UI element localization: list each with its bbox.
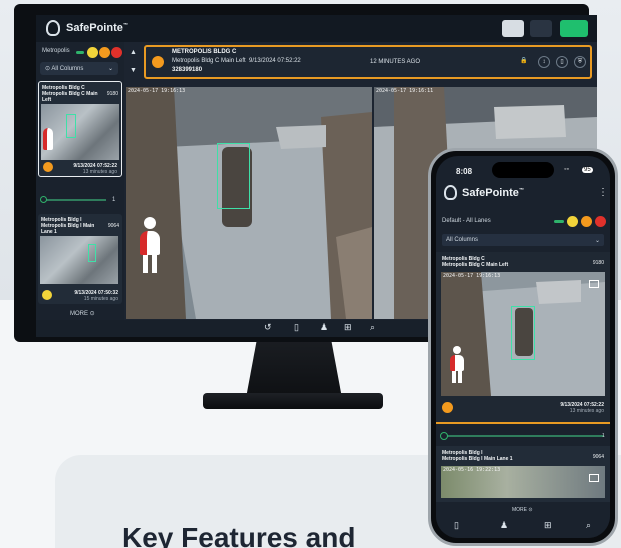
card-id: 9180 (592, 260, 604, 266)
safepointe-logo-icon (46, 20, 60, 36)
sidebar: Metropolis ⊙ All Columns ⌄ Metropolis Bld… (36, 42, 124, 320)
more-menu-icon[interactable]: ⋮ (598, 187, 608, 198)
monitor-stand (246, 336, 342, 398)
detection-box (88, 244, 96, 262)
sensitivity-slider[interactable] (442, 435, 604, 437)
camera-feed: 2024-05-17 19:16:13 (126, 87, 372, 319)
header-subtitle: Metropolis Bldg C Main Left 9/13/2024 07… (172, 58, 301, 64)
slider-value: 1 (112, 197, 116, 203)
shield-icon[interactable]: ⛨ (574, 56, 586, 68)
red-status-dot[interactable] (111, 47, 122, 58)
event-card[interactable]: Metropolis Bldg C Metropolis Bldg C Main… (38, 81, 122, 177)
history-icon[interactable]: ↺ (264, 322, 272, 333)
event-card[interactable]: Metropolis Bldg C Metropolis Bldg C Main … (436, 252, 610, 424)
top-bar: SafePointe™ (36, 15, 597, 42)
person-icon[interactable]: ♟ (500, 520, 508, 531)
detection-box (66, 114, 76, 138)
battery-icon: 95 (582, 167, 593, 173)
card-thumbnail (40, 236, 118, 284)
card-title: Metropolis Bldg I Metropolis Bldg I Main… (41, 217, 95, 235)
card-camera-image: 2024-05-16 19:22:13 (441, 466, 605, 498)
brand-name: SafePointe™ (462, 187, 524, 199)
more-button[interactable]: MORE ⊙ (512, 507, 533, 513)
dynamic-island (492, 162, 554, 178)
camera-timestamp: 2024-05-17 19:16:13 (128, 88, 186, 94)
bookmark-icon[interactable]: ▯ (294, 322, 299, 333)
card-camera-image: 2024-05-17 19:16:13 (441, 272, 605, 396)
yellow-status-dot[interactable] (567, 216, 578, 227)
nav-up-icon[interactable]: ▲ (130, 49, 137, 56)
card-time: 9/13/2024 07:52:22 13 minutes ago (73, 163, 117, 175)
camera-timestamp: 2024-05-17 19:16:11 (376, 88, 434, 94)
chevron-down-icon: ⌄ (107, 66, 113, 72)
camera-icon (589, 474, 599, 482)
person-icon[interactable]: ♟ (320, 322, 328, 333)
orange-status-dot[interactable] (581, 216, 592, 227)
status-dot (43, 162, 53, 172)
section-heading: Key Features and (122, 522, 356, 548)
card-time: 9/13/2024 07:52:22 13 minutes ago (560, 402, 604, 414)
red-status-dot[interactable] (595, 216, 606, 227)
detection-box (511, 306, 535, 360)
site-label: Metropolis (42, 48, 70, 54)
detection-box (217, 143, 250, 209)
bookmark-icon[interactable]: ▯ (556, 56, 568, 68)
camera-timestamp: 2024-05-17 19:16:13 (443, 273, 501, 279)
green-status-bar[interactable] (554, 220, 564, 223)
card-title: Metropolis Bldg C Metropolis Bldg C Main… (42, 85, 98, 103)
search-icon[interactable]: ⌕ (586, 520, 591, 531)
event-card[interactable]: Metropolis Bldg I Metropolis Bldg I Main… (38, 214, 122, 304)
sort-icon[interactable]: ↕ (538, 56, 550, 68)
camera-icon (589, 280, 599, 288)
green-status-bar[interactable] (76, 51, 84, 54)
brand-name: SafePointe™ (66, 22, 128, 34)
event-header: METROPOLIS BLDG C Metropolis Bldg C Main… (144, 45, 592, 79)
nav-down-icon[interactable]: ▼ (130, 67, 137, 74)
grid-icon[interactable]: ⊞ (344, 322, 352, 333)
card-time: 9/13/2024 07:50:32 15 minutes ago (74, 290, 118, 302)
slider-knob[interactable] (40, 196, 47, 203)
camera-timestamp: 2024-05-16 19:22:13 (443, 467, 501, 473)
status-dot (42, 290, 52, 300)
grid-icon[interactable]: ⊞ (544, 520, 552, 531)
safepointe-logo-icon (444, 185, 457, 200)
signal-icon: ◦◦ (564, 166, 569, 173)
mobile-bottom-nav: ▯ ♟ ⊞ ⌕ (436, 516, 610, 538)
card-thumbnail (41, 104, 119, 160)
time-ago: 12 MINUTES AGO (370, 59, 421, 65)
card-id: 9064 (592, 454, 604, 460)
card-title: Metropolis Bldg C Metropolis Bldg C Main … (442, 256, 509, 268)
more-button[interactable]: MORE ⊙ (70, 310, 95, 317)
yellow-status-dot[interactable] (87, 47, 98, 58)
monitor-base (203, 393, 383, 409)
grid-view-button[interactable] (502, 20, 524, 37)
card-title: Metropolis Bldg I Metropolis Bldg I Main … (442, 450, 513, 462)
event-card[interactable]: Metropolis Bldg I Metropolis Bldg I Main … (436, 446, 610, 502)
sensitivity-slider[interactable] (42, 199, 106, 201)
person-alert-icon (138, 217, 162, 275)
columns-select[interactable]: ⊙ All Columns ⌄ (40, 62, 118, 75)
columns-select[interactable]: All Columns ⌄ (442, 234, 604, 246)
status-dot (152, 56, 164, 68)
slider-value: 1 (602, 433, 605, 439)
card-id: 9064 (107, 223, 119, 229)
person-alert-icon (43, 128, 53, 150)
lock-icon[interactable]: 🔒 (518, 56, 530, 68)
alert-button[interactable] (560, 20, 588, 37)
lanes-label: Default - All Lanes (442, 218, 491, 224)
status-dot (442, 402, 453, 413)
mobile-phone: 8:08 95 ◦◦ SafePointe™ ⋮ Default - All L… (428, 148, 618, 546)
slider-knob[interactable] (440, 432, 448, 440)
card-id: 9180 (106, 91, 118, 97)
record-id: 328399180 (172, 67, 203, 73)
list-view-button[interactable] (530, 20, 552, 37)
orange-status-dot[interactable] (99, 47, 110, 58)
chevron-down-icon: ⌄ (594, 238, 600, 244)
person-alert-icon (449, 346, 465, 384)
mobile-screen: 8:08 95 ◦◦ SafePointe™ ⋮ Default - All L… (436, 156, 610, 538)
bookmark-icon[interactable]: ▯ (454, 520, 459, 531)
status-time: 8:08 (456, 167, 473, 176)
header-title: METROPOLIS BLDG C (172, 49, 237, 55)
search-icon[interactable]: ⌕ (370, 322, 375, 333)
